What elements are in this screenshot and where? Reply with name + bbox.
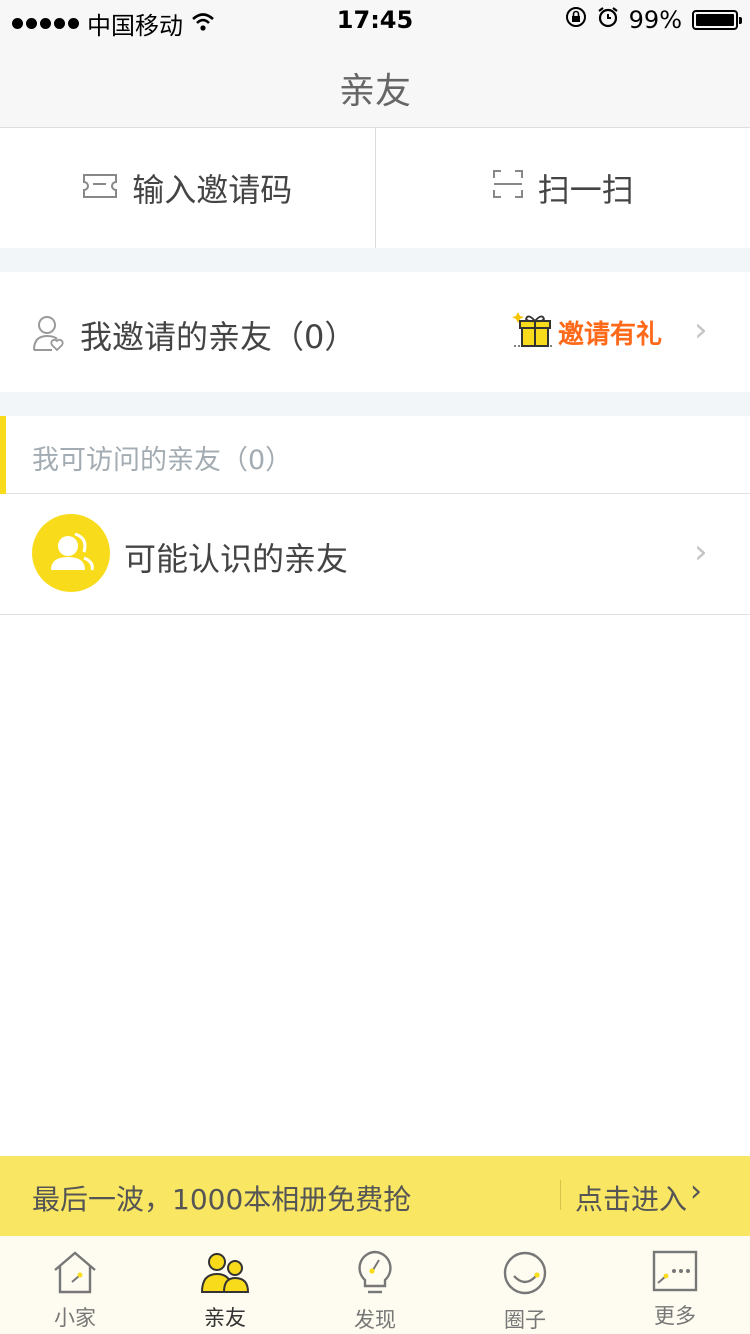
circle-icon <box>502 1250 548 1300</box>
tab-discover-label: 发现 <box>354 1308 396 1332</box>
tab-friends-label: 亲友 <box>204 1306 246 1330</box>
user-heart-icon <box>32 314 66 356</box>
friends-icon <box>200 1250 250 1298</box>
suggested-friends-row[interactable]: 可能认识的亲友 › <box>0 494 750 615</box>
more-icon <box>652 1250 698 1296</box>
battery-percent: 99% <box>628 6 682 34</box>
promo-enter-link[interactable]: 点击进入 <box>575 1178 687 1218</box>
tab-circle[interactable]: 圈子 <box>450 1236 600 1334</box>
tab-more[interactable]: 更多 <box>600 1236 750 1334</box>
chevron-right-icon: › <box>694 310 708 350</box>
tab-friends[interactable]: 亲友 <box>150 1236 300 1334</box>
people-icon <box>32 514 110 592</box>
promo-text: 最后一波，1000本相册免费抢 <box>32 1183 412 1216</box>
status-bar: 中国移动 17:45 99% <box>0 0 750 40</box>
scan-button[interactable]: 扫一扫 <box>374 128 750 248</box>
gift-icon <box>512 310 552 354</box>
action-row: 输入邀请码 扫一扫 <box>0 128 750 248</box>
invited-friends-label: 我邀请的亲友（0） <box>80 318 357 356</box>
section-gap <box>0 248 750 272</box>
accessible-friends-label: 我可访问的亲友（0） <box>32 445 293 476</box>
section-accent-bar <box>0 416 6 494</box>
rotation-lock-icon <box>565 6 587 34</box>
chevron-right-icon: › <box>694 532 708 572</box>
suggested-friends-label: 可能认识的亲友 <box>124 540 349 578</box>
invite-gift-label: 邀请有礼 <box>558 319 663 350</box>
tab-bar: 小家 亲友 发现 圈子 更多 <box>0 1236 750 1334</box>
nav-bar: 亲友 <box>0 40 750 128</box>
page-title: 亲友 <box>338 71 411 112</box>
alarm-icon <box>597 6 619 34</box>
discover-icon <box>355 1250 395 1300</box>
tab-discover[interactable]: 发现 <box>300 1236 450 1334</box>
home-icon <box>52 1250 98 1298</box>
status-right: 99% <box>565 6 742 34</box>
section-gap <box>0 392 750 416</box>
tab-home-label: 小家 <box>54 1306 96 1330</box>
scan-label: 扫一扫 <box>537 171 634 209</box>
tab-home[interactable]: 小家 <box>0 1236 150 1334</box>
invite-code-button[interactable]: 输入邀请码 <box>0 128 375 248</box>
tab-more-label: 更多 <box>654 1304 696 1328</box>
promo-banner[interactable]: 最后一波，1000本相册免费抢 点击进入 › <box>0 1156 750 1236</box>
ticket-icon <box>82 169 118 207</box>
tab-circle-label: 圈子 <box>504 1308 546 1332</box>
invite-gift-badge[interactable]: 邀请有礼 <box>512 310 662 354</box>
chevron-right-icon: › <box>690 1174 702 1209</box>
scan-icon <box>492 169 524 207</box>
invite-code-label: 输入邀请码 <box>132 171 293 209</box>
accessible-friends-header: 我可访问的亲友（0） <box>0 416 750 494</box>
battery-icon <box>692 10 742 30</box>
promo-divider <box>560 1180 561 1210</box>
